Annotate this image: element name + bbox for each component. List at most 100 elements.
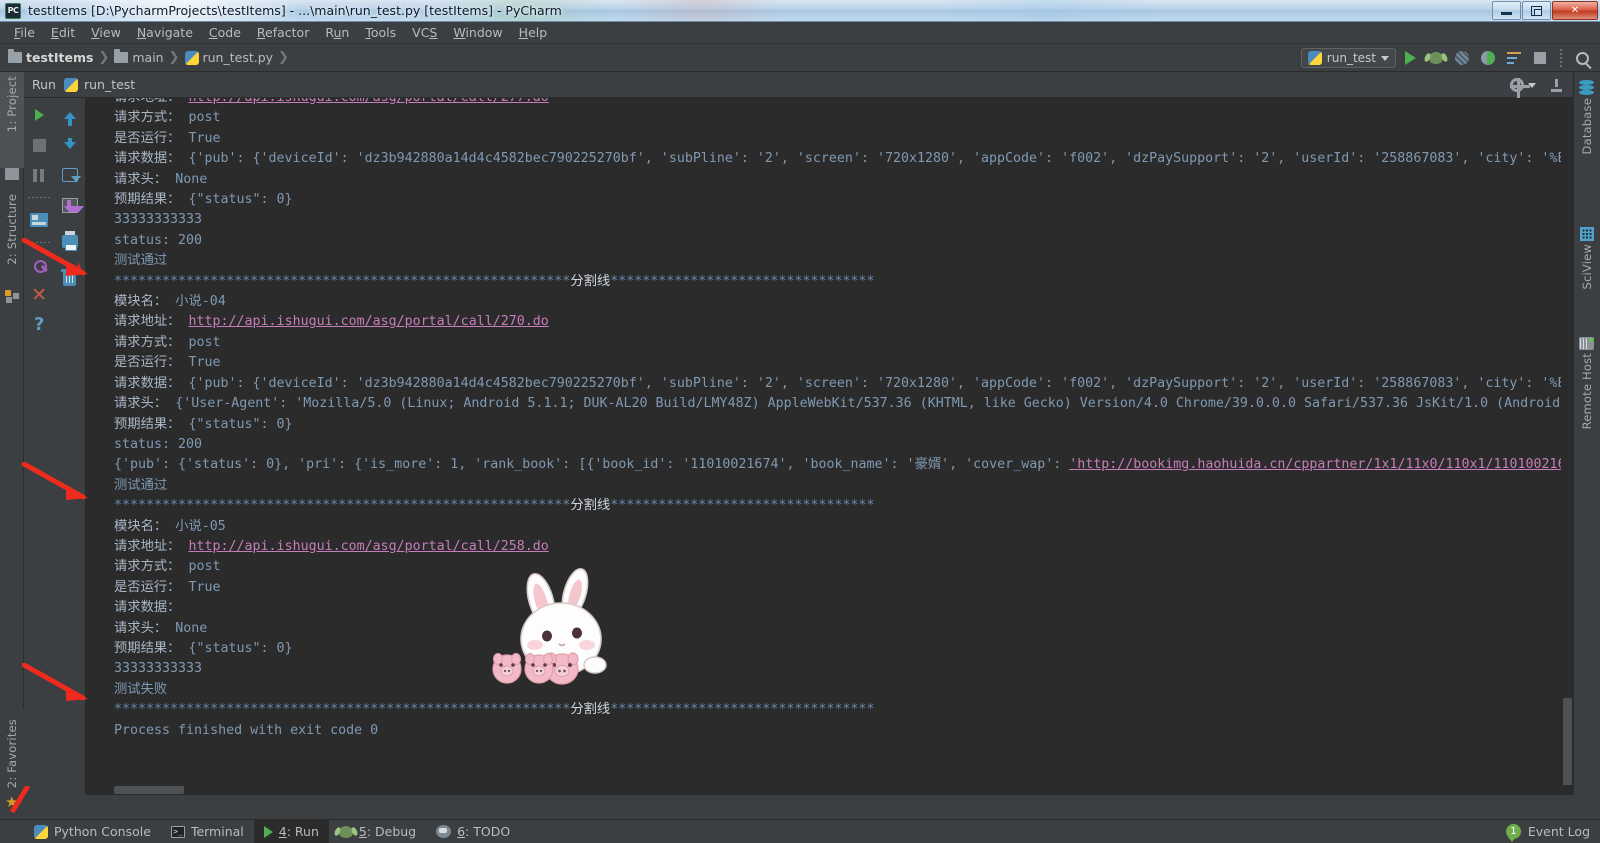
run-tool-window-title: Run	[32, 77, 56, 92]
up-the-stack-trace-button[interactable]	[58, 104, 82, 126]
status-item-terminal[interactable]: >_ Terminal	[161, 820, 254, 843]
status-item-run[interactable]: 4: Run	[253, 819, 329, 843]
stop-button[interactable]	[27, 134, 51, 156]
maximize-button[interactable]	[1522, 1, 1551, 20]
console-output[interactable]: 请求地址： http://api.ishugui.com/asg/portal/…	[86, 98, 1573, 795]
clear-all-button[interactable]	[58, 268, 82, 290]
rerun-button[interactable]	[27, 104, 51, 126]
folder-icon	[114, 49, 129, 63]
close-button[interactable]: ✕	[27, 284, 51, 306]
pin-tab-button[interactable]	[27, 254, 51, 276]
stop-button[interactable]	[1528, 46, 1552, 70]
structure-icon	[5, 290, 19, 303]
menu-item-help[interactable]: Help	[511, 23, 556, 42]
menu-item-run[interactable]: Run	[317, 23, 357, 42]
sidebar-item-project[interactable]: 1: Project	[0, 72, 24, 168]
soft-wrap-icon	[61, 168, 81, 182]
console-line: 请求数据：	[114, 600, 181, 616]
console-line: 预期结果： {"status": 0}	[114, 640, 293, 656]
run-tool-window-header: Run run_test	[24, 72, 1573, 98]
stop-icon	[32, 138, 46, 152]
close-button[interactable]: ✕	[1552, 1, 1598, 20]
navigation-bar: testItems ❯ main ❯ run_test.py ❯ run_tes…	[0, 44, 1600, 72]
console-line: 预期结果： {"status": 0}	[114, 416, 293, 432]
menu-item-file[interactable]: File	[6, 23, 43, 42]
sidebar-item-structure[interactable]: 2: Structure	[0, 190, 24, 286]
help-button[interactable]: ?	[27, 314, 51, 336]
url-link[interactable]: http://api.ishugui.com/asg/portal/call/2…	[189, 539, 549, 554]
breadcrumb-item-main[interactable]: main	[114, 49, 164, 65]
console-line: 请求地址： http://api.ishugui.com/asg/portal/…	[114, 538, 549, 554]
console-line: 是否运行： True	[114, 130, 221, 146]
status-bar: Python Console >_ Terminal 4: Run 5: Deb…	[0, 819, 1600, 843]
status-item-label: 6: TODO	[457, 824, 511, 839]
console-line: 测试失败	[114, 681, 168, 697]
console-icon	[30, 213, 49, 227]
pycharm-window: PC testItems [D:\PycharmProjects\testIte…	[0, 0, 1600, 843]
window-title: testItems [D:\PycharmProjects\testItems]…	[28, 3, 562, 18]
breadcrumb-separator: ❯	[168, 50, 180, 65]
status-event-log[interactable]: 1 Event Log	[1505, 824, 1590, 842]
menu-item-view[interactable]: View	[83, 23, 129, 42]
window-controls: ✕	[1491, 1, 1598, 20]
grid-icon	[1579, 227, 1594, 241]
status-item-python-console[interactable]: Python Console	[24, 820, 161, 843]
console-line: 预期结果： {"status": 0}	[114, 192, 293, 208]
run-configuration-selector[interactable]: run_test	[1300, 48, 1396, 68]
menu-item-navigate[interactable]: Navigate	[129, 23, 201, 42]
run-window-toolbar-col-right	[55, 98, 86, 795]
sidebar-item-database[interactable]: Database	[1573, 80, 1600, 154]
menu-item-edit[interactable]: Edit	[43, 23, 83, 42]
menu-item-code[interactable]: Code	[201, 23, 249, 42]
profile-button[interactable]	[1476, 46, 1500, 70]
arrow-up-icon	[63, 111, 76, 126]
search-everywhere-button[interactable]	[1570, 46, 1594, 70]
coverage-button[interactable]	[1450, 46, 1474, 70]
run-window-toolbar: ✕ ?	[24, 98, 86, 795]
status-item-todo[interactable]: 6: TODO	[426, 820, 520, 843]
status-item-debug[interactable]: 5: Debug	[329, 820, 426, 843]
remote-host-icon	[1579, 337, 1594, 350]
console-vertical-scrollbar[interactable]	[1561, 98, 1573, 795]
toolbar-divider	[1560, 49, 1562, 67]
run-configuration-label: run_test	[1326, 51, 1376, 65]
database-icon	[1579, 80, 1594, 95]
scrollbar-thumb[interactable]	[1563, 698, 1572, 788]
url-link[interactable]: http://api.ishugui.com/asg/portal/call/2…	[189, 98, 549, 105]
console-line: 请求头： None	[114, 171, 208, 187]
gear-icon[interactable]	[1510, 78, 1530, 98]
console-horizontal-scrollbar[interactable]	[86, 785, 1573, 795]
minimize-button[interactable]	[1492, 1, 1521, 20]
pause-output-button[interactable]	[27, 164, 51, 186]
down-the-stack-trace-button[interactable]	[58, 134, 82, 156]
sidebar-item-remote-host[interactable]: Remote Host	[1573, 337, 1600, 429]
breadcrumb-item-file[interactable]: run_test.py	[184, 50, 273, 65]
export-icon[interactable]	[1550, 78, 1563, 92]
scrollbar-thumb[interactable]	[114, 786, 184, 794]
console-line: 测试通过	[114, 253, 168, 269]
debug-button[interactable]	[1424, 46, 1448, 70]
concurrency-button[interactable]	[1502, 46, 1526, 70]
menu-item-refactor[interactable]: Refactor	[249, 23, 317, 42]
print-button[interactable]	[58, 230, 82, 252]
soft-wrap-button[interactable]	[58, 164, 82, 186]
toggle-console-button[interactable]	[27, 209, 51, 231]
status-item-label: Python Console	[54, 824, 151, 839]
menu-item-vcs[interactable]: VCS	[404, 23, 445, 42]
menu-item-window[interactable]: Window	[445, 23, 510, 42]
url-link[interactable]: http://api.ishugui.com/asg/portal/call/2…	[189, 314, 549, 329]
menu-item-tools[interactable]: Tools	[357, 23, 404, 42]
console-line: 模块名： 小说-05	[114, 518, 226, 534]
breadcrumb-item-project[interactable]: testItems	[8, 49, 93, 65]
scroll-to-end-button[interactable]	[58, 194, 84, 216]
play-icon	[34, 109, 44, 121]
arrow-down-icon	[63, 137, 76, 149]
bug-icon	[1429, 52, 1443, 64]
run-button[interactable]	[1398, 46, 1422, 70]
sidebar-item-sciview[interactable]: SciView	[1573, 227, 1600, 290]
status-item-label: 4: Run	[278, 824, 319, 839]
right-tool-stripe: Database SciView Remote Host	[1573, 72, 1600, 795]
url-link[interactable]: 'http://bookimg.haohuida.cn/cppartner/1x…	[1069, 457, 1573, 472]
trash-icon	[61, 269, 79, 286]
sidebar-item-favorites[interactable]: 2: Favorites	[0, 719, 24, 793]
